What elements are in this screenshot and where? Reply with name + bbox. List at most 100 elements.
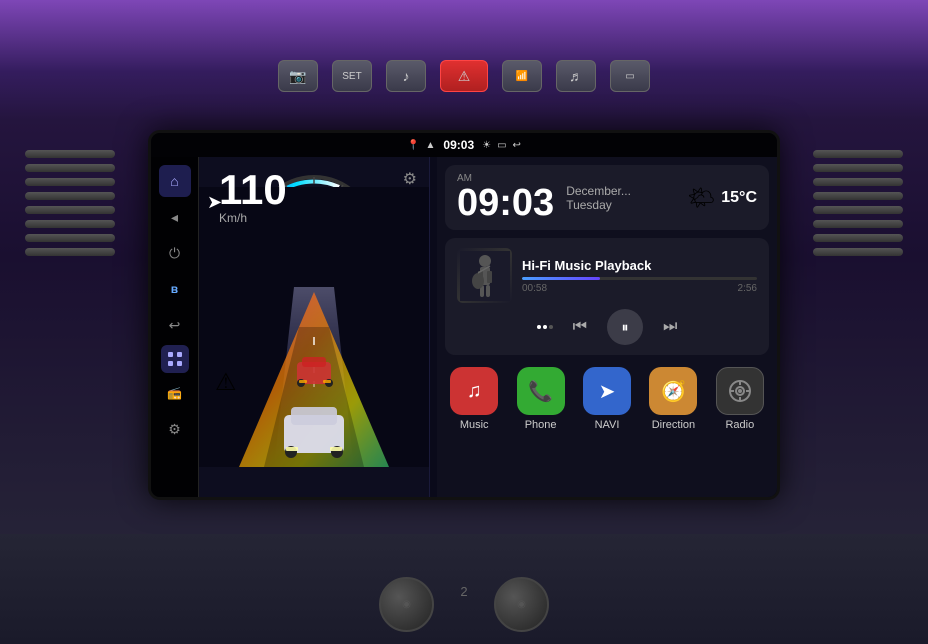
knob-right-indicator: ◉ [517, 599, 526, 610]
navi-icon-circle: ➤ [583, 367, 631, 415]
time-display: AM 09:03 [457, 173, 554, 222]
top-button-bar: 📷 SET ♪ ⚠ 📶 ♬ ▭ [278, 60, 650, 92]
status-left-icons: 📍 ▲ [407, 140, 435, 151]
music-progress-fill [522, 277, 600, 280]
total-time: 2:56 [738, 283, 757, 294]
speed-display: 110 Km/h [219, 169, 287, 225]
direction-label: Direction [652, 419, 695, 431]
vent-slat [813, 248, 903, 256]
vent-slat [813, 150, 903, 158]
vent-slat [813, 220, 903, 228]
sidebar-back-icon[interactable]: ↩ [159, 309, 191, 341]
btn-music[interactable]: ♬ [556, 60, 596, 92]
vent-slat [813, 234, 903, 242]
vent-slat [813, 178, 903, 186]
radio-label: Radio [725, 419, 754, 431]
prev-button[interactable]: ⏮ [573, 318, 587, 336]
current-time: 00:58 [522, 283, 547, 294]
status-time: 09:03 [443, 138, 474, 152]
sidebar-power-icon[interactable]: ⏻ [159, 237, 191, 269]
vol-dot [537, 325, 541, 329]
sidebar-radio-icon[interactable]: 📻 [159, 377, 191, 409]
app-icons-row: ♫ Music 📞 Phone ➤ NAVI [445, 363, 769, 435]
content-area: ⚙ 110 Km/h [199, 157, 777, 497]
vent-slat [25, 220, 115, 228]
sidebar-home-icon[interactable]: ⌂ [159, 165, 191, 197]
steering-controls: ◉ ◉ [339, 564, 589, 644]
back-icon: ↩ [513, 140, 521, 151]
left-panel: ⚙ 110 Km/h [199, 157, 429, 497]
date-day: Tuesday [566, 198, 631, 212]
btn-emergency[interactable]: ⚠ [440, 60, 488, 92]
temperature-display: 15°C [721, 189, 757, 207]
nav-settings-icon[interactable]: ⚙ [403, 169, 417, 189]
album-art-inner [457, 248, 512, 303]
left-vent [15, 150, 125, 320]
right-control-knob[interactable]: ◉ [494, 577, 549, 632]
radio-app-icon[interactable]: Radio [711, 367, 769, 431]
time-big: 09:03 [457, 184, 554, 222]
time-widget: AM 09:03 December... Tuesday 🌤 15°C [445, 165, 769, 230]
vent-slat [25, 164, 115, 172]
vol-dot [549, 325, 553, 329]
btn-audio[interactable]: ♪ [386, 60, 426, 92]
date-month: December... [566, 184, 631, 198]
music-widget: Hi-Fi Music Playback 00:58 2:56 [445, 238, 769, 355]
weather-info: 🌤 15°C [687, 185, 757, 211]
vol-dot [543, 325, 547, 329]
vent-slat [25, 248, 115, 256]
btn-signal[interactable]: 📶 [502, 60, 542, 92]
music-progress-bar[interactable] [522, 277, 757, 280]
album-art [457, 248, 512, 303]
btn-settings[interactable]: SET [332, 60, 372, 92]
wifi-icon: ▲ [426, 140, 436, 151]
music-title: Hi-Fi Music Playback [522, 258, 757, 273]
music-controls: ⏮ ⏸ ⏭ [457, 309, 757, 345]
navi-app-icon[interactable]: ➤ NAVI [578, 367, 636, 431]
music-icon-circle: ♫ [450, 367, 498, 415]
sidebar-apps-icon[interactable] [161, 345, 189, 373]
vent-slat [813, 164, 903, 172]
speed-unit: Km/h [219, 211, 287, 225]
status-right-icons: ☀ ▭ ↩ [482, 140, 521, 151]
vent-slat [25, 150, 115, 158]
music-symbol: ♫ [467, 380, 482, 403]
right-vent [803, 150, 913, 320]
direction-app-icon[interactable]: 🧭 Direction [644, 367, 702, 431]
phone-symbol: 📞 [528, 379, 553, 404]
sidebar-settings-icon[interactable]: ⚙ [159, 413, 191, 445]
main-screen: 📍 ▲ 09:03 ☀ ▭ ↩ ⌂ ◂ ⏻ ʙ ↩ [148, 130, 780, 500]
vent-slat [25, 192, 115, 200]
music-top: Hi-Fi Music Playback 00:58 2:56 [457, 248, 757, 303]
speed-number: 110 [219, 169, 287, 211]
play-pause-button[interactable]: ⏸ [607, 309, 643, 345]
phone-app-icon[interactable]: 📞 Phone [511, 367, 569, 431]
knob-left-indicator: ◉ [402, 599, 411, 610]
status-bar: 📍 ▲ 09:03 ☀ ▭ ↩ [151, 133, 777, 157]
date-info: December... Tuesday [566, 184, 631, 212]
bottom-dashboard: 1 2 3 ◉ ◉ [0, 534, 928, 644]
phone-icon-circle: 📞 [517, 367, 565, 415]
btn-display[interactable]: ▭ [610, 60, 650, 92]
volume-indicator [537, 325, 553, 329]
vent-slat [813, 206, 903, 214]
next-button[interactable]: ⏭ [663, 318, 677, 336]
sidebar-nav-icon[interactable]: ◂ [159, 201, 191, 233]
weather-icon: 🌤 [687, 185, 715, 211]
navi-symbol: ➤ [599, 379, 616, 404]
btn-camera[interactable]: 📷 [278, 60, 318, 92]
navi-label: NAVI [595, 419, 620, 431]
screen-content: 📍 ▲ 09:03 ☀ ▭ ↩ ⌂ ◂ ⏻ ʙ ↩ [151, 133, 777, 497]
music-time: 00:58 2:56 [522, 283, 757, 294]
left-control-knob[interactable]: ◉ [379, 577, 434, 632]
brightness-icon: ☀ [482, 140, 491, 151]
direction-symbol: 🧭 [661, 379, 686, 404]
navigation-direction-arrow: ➤ [207, 192, 222, 213]
sidebar-bluetooth-icon[interactable]: ʙ [159, 273, 191, 305]
music-app-icon[interactable]: ♫ Music [445, 367, 503, 431]
radio-settings-svg [728, 379, 752, 403]
location-icon: 📍 [407, 140, 419, 151]
vent-slat [25, 178, 115, 186]
panel-divider [429, 157, 430, 497]
vent-slat [813, 192, 903, 200]
